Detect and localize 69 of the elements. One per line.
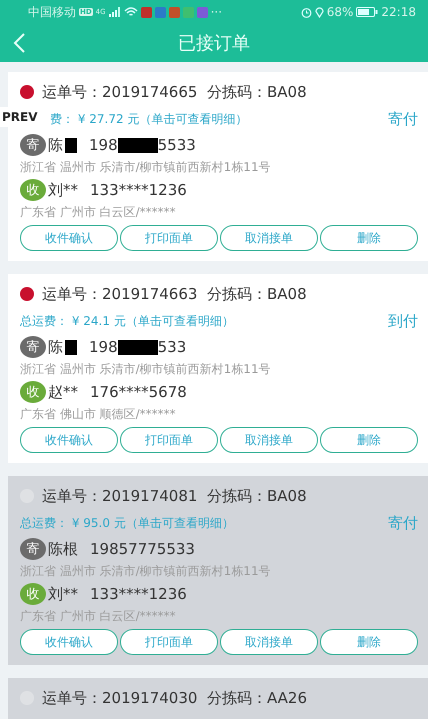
action-button[interactable]: 取消接单 xyxy=(220,427,318,453)
order-card[interactable]: 运单号：2019174081 分拣码：BA08 总运费： ¥ 95.0 元（单击可查看明细） 寄付 寄 陈根 19857775533 浙江省 温州市 乐清市/柳市镇前西新村1栋11号 收 刘** 133****1236 广东省 广州市 白云区/****** 收件确认 打印面单 取消接单 删除 xyxy=(8,476,428,665)
contact-name: 刘** xyxy=(48,584,78,604)
address-text: 浙江省 温州市 乐清市/柳市镇前西新村1栋11号 xyxy=(20,159,272,176)
action-button[interactable]: 收件确认 xyxy=(20,427,118,453)
payment-type: 寄付 xyxy=(388,110,418,128)
location-icon xyxy=(314,6,324,18)
fee-link[interactable]: 总运费： ¥ 24.1 元（单击可查看明细） xyxy=(20,312,388,330)
app-icon xyxy=(154,6,166,18)
contact-name: 陈 xyxy=(48,338,63,356)
page-title: 已接订单 xyxy=(178,32,250,55)
carrier-name: 中国移动 xyxy=(28,4,76,20)
address-text: 浙江省 温州市 乐清市/柳市镇前西新村1栋11号 xyxy=(20,361,272,378)
address-text: 广东省 广州市 白云区/****** xyxy=(20,608,177,625)
phone-number: 176****5678 xyxy=(90,383,187,401)
recipient-badge: 收 xyxy=(20,583,46,605)
redaction-mark xyxy=(118,138,158,152)
alarm-icon xyxy=(300,6,312,18)
action-button[interactable]: 删除 xyxy=(320,225,418,251)
waybill-number: 运单号：2019174663 分拣码：BA08 xyxy=(42,284,307,304)
contact-name: 刘** xyxy=(48,180,78,200)
contact-name: 陈根 xyxy=(48,540,78,558)
action-button[interactable]: 打印面单 xyxy=(120,225,218,251)
phone-number: 198 xyxy=(89,136,118,154)
sender-badge: 寄 xyxy=(20,336,46,358)
address-text: 广东省 佛山市 顺德区/****** xyxy=(20,406,177,423)
phone-number: 133****1236 xyxy=(90,181,187,199)
fee-link[interactable]: 总运费： ¥ 95.0 元（单击可查看明细） xyxy=(20,514,388,532)
phone-number: 5533 xyxy=(158,136,196,154)
contact-name: 陈 xyxy=(48,136,63,154)
action-button[interactable]: 收件确认 xyxy=(20,225,118,251)
contact-name: 赵** xyxy=(48,382,78,402)
clock-time: 22:18 xyxy=(381,5,416,19)
address-text: 浙江省 温州市 乐清市/柳市镇前西新村1栋11号 xyxy=(20,563,272,580)
sender-badge: 寄 xyxy=(20,134,46,156)
signal-icon xyxy=(108,7,121,17)
action-button[interactable]: 取消接单 xyxy=(220,225,318,251)
phone-number: 198 xyxy=(89,338,118,356)
action-button[interactable]: 收件确认 xyxy=(20,629,118,655)
action-button[interactable]: 取消接单 xyxy=(220,629,318,655)
app-icon xyxy=(182,6,194,18)
more-indicator: ··· xyxy=(210,5,222,19)
order-card[interactable]: 运单号：2019174663 分拣码：BA08 总运费： ¥ 24.1 元（单击可查看明细） 到付 寄 陈 198 533 浙江省 温州市 乐清市/柳市镇前西新村1栋11号 收 赵** 176****5678 广东省 佛山市 顺德区/****** 收件确认 打印面单 取消接单 删除 xyxy=(8,274,428,463)
recipient-badge: 收 xyxy=(20,381,46,403)
recipient-badge: 收 xyxy=(20,179,46,201)
action-button[interactable]: 打印面单 xyxy=(120,427,218,453)
waybill-number: 运单号：2019174081 分拣码：BA08 xyxy=(42,486,307,506)
app-icon xyxy=(168,6,180,18)
back-icon[interactable] xyxy=(12,32,26,54)
payment-type: 寄付 xyxy=(388,514,418,532)
phone-number: 133****1236 xyxy=(90,585,187,603)
order-card[interactable]: 运单号：2019174030 分拣码：AA26 xyxy=(8,678,428,719)
action-button[interactable]: 删除 xyxy=(320,427,418,453)
phone-number: 533 xyxy=(158,338,186,356)
payment-type: 到付 xyxy=(388,312,418,330)
wifi-icon xyxy=(124,7,138,17)
sender-badge: 寄 xyxy=(20,538,46,560)
address-text: 广东省 广州市 白云区/****** xyxy=(20,204,177,221)
battery-icon xyxy=(356,7,378,17)
battery-percent: 68% xyxy=(326,5,354,19)
app-icon xyxy=(140,6,152,18)
app-icon xyxy=(196,6,208,18)
fee-link[interactable]: 费： ¥ 27.72 元（单击可查看明细） xyxy=(50,110,388,128)
phone-number: 19857775533 xyxy=(90,540,195,558)
waybill-number: 运单号：2019174665 分拣码：BA08 xyxy=(42,82,307,102)
action-button[interactable]: 删除 xyxy=(320,629,418,655)
action-button[interactable]: 打印面单 xyxy=(120,629,218,655)
redaction-mark xyxy=(118,340,158,354)
waybill-number: 运单号：2019174030 分拣码：AA26 xyxy=(42,688,307,708)
